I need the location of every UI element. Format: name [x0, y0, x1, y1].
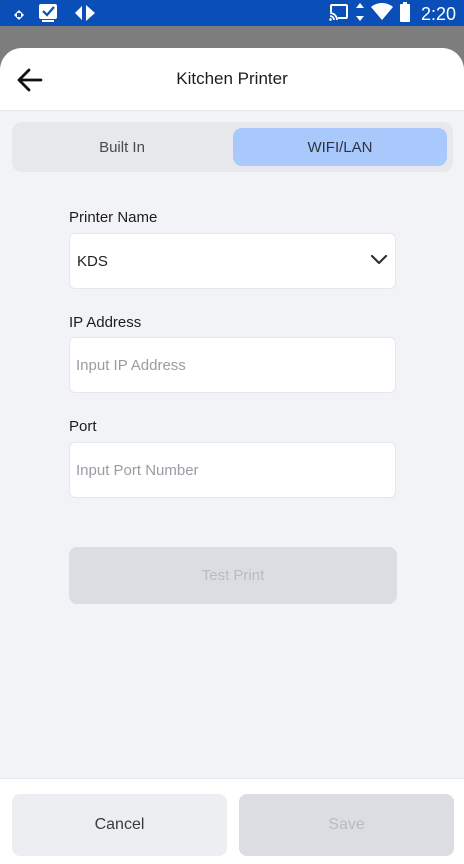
page-title: Kitchen Printer	[176, 69, 288, 88]
data-arrows-icon	[355, 2, 365, 27]
save-button[interactable]: Save	[239, 794, 454, 856]
test-print-button[interactable]: Test Print	[69, 547, 397, 604]
ip-address-label: IP Address	[69, 314, 142, 331]
battery-icon	[399, 2, 411, 27]
printer-name-label: Printer Name	[69, 209, 158, 226]
printer-type-segmented-control: Built In WIFI/LAN	[12, 122, 453, 172]
printer-name-value: KDS	[77, 253, 108, 270]
ip-address-input[interactable]	[70, 338, 395, 392]
sheet-footer: Cancel Save	[0, 778, 464, 864]
kitchen-printer-sheet: Kitchen Printer Built In WIFI/LAN Printe…	[0, 48, 464, 864]
port-label: Port	[69, 418, 97, 435]
wifi-icon	[370, 2, 393, 26]
tab-wifi-lan[interactable]: WIFI/LAN	[233, 128, 447, 166]
diamond-arrows-icon	[74, 4, 96, 27]
chevron-down-icon	[370, 253, 388, 272]
ip-address-field-box	[69, 337, 396, 393]
clock: 2:20	[420, 4, 456, 24]
notification-dot-icon	[14, 7, 24, 25]
status-bar: 2:20	[0, 0, 464, 26]
port-field-box	[69, 442, 396, 498]
sheet-header: Kitchen Printer	[0, 48, 464, 111]
checkbox-icon	[38, 3, 60, 28]
cancel-button[interactable]: Cancel	[12, 794, 227, 856]
tab-built-in[interactable]: Built In	[18, 128, 226, 166]
cast-icon	[328, 3, 349, 26]
printer-name-select[interactable]: KDS	[69, 233, 396, 289]
port-input[interactable]	[70, 443, 395, 497]
